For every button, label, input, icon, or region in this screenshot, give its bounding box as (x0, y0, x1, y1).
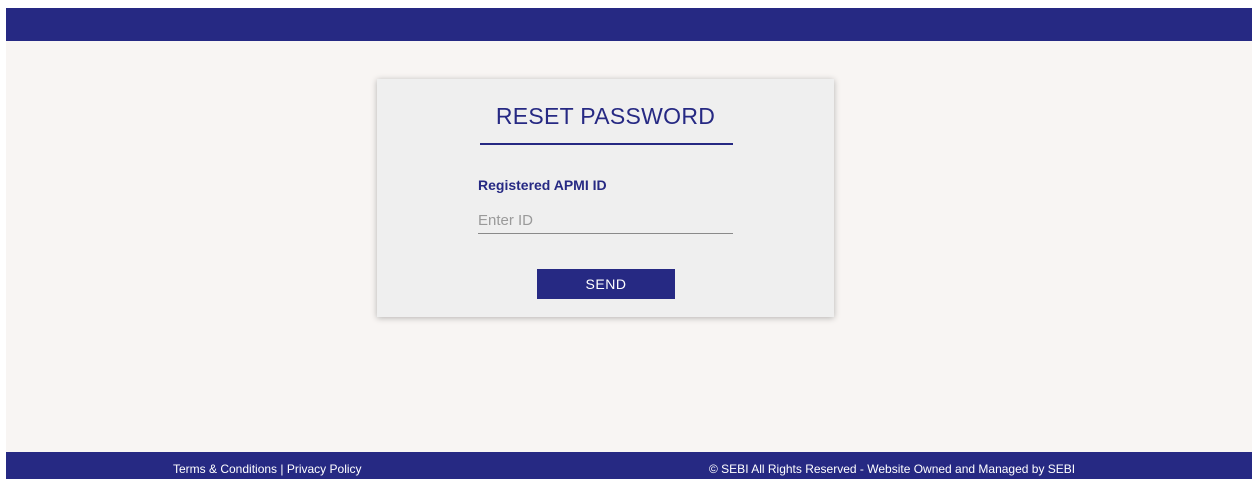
footer-links: Terms & Conditions | Privacy Policy (173, 462, 362, 476)
apmi-id-input[interactable] (478, 207, 733, 234)
page-frame: RESET PASSWORD Registered APMI ID SEND T… (6, 8, 1252, 479)
page-title: RESET PASSWORD (495, 103, 716, 129)
send-button[interactable]: SEND (537, 269, 675, 299)
copyright-text: © SEBI All Rights Reserved - Website Own… (709, 462, 1076, 476)
privacy-link[interactable]: Privacy Policy (287, 462, 362, 476)
reset-password-card: RESET PASSWORD Registered APMI ID SEND (377, 79, 834, 317)
header-bar (6, 8, 1252, 41)
footer-link-separator: | (277, 462, 287, 476)
title-underline (480, 143, 733, 145)
terms-link[interactable]: Terms & Conditions (173, 462, 277, 476)
footer: Terms & Conditions | Privacy Policy © SE… (6, 452, 1252, 479)
apmi-id-label: Registered APMI ID (478, 177, 607, 193)
